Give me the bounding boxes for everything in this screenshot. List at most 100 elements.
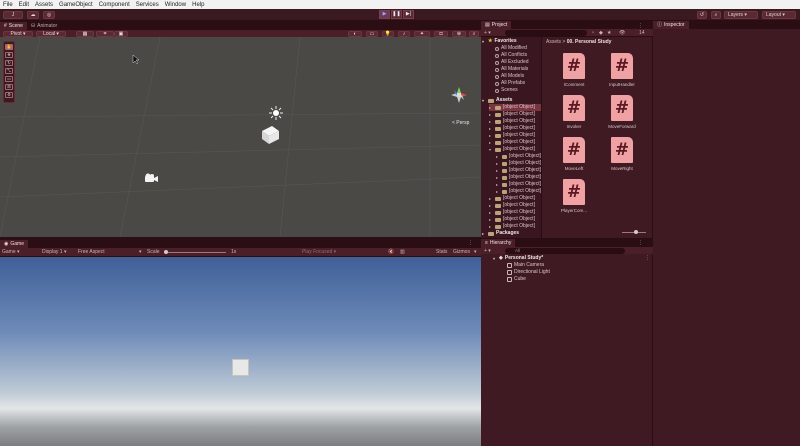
layout-dropdown[interactable]: Layout ▾ — [762, 11, 796, 19]
breadcrumb-root[interactable]: Assets — [546, 39, 561, 45]
favorite-icon[interactable]: ★ — [607, 30, 611, 36]
asset-folder-item[interactable]: ▸ [object Object] — [489, 104, 541, 111]
scene-options-icon[interactable]: ⋮ — [645, 255, 650, 261]
menu-file[interactable]: File — [3, 2, 13, 8]
asset-folder-item[interactable]: ▸ [object Object] — [489, 209, 541, 216]
play-button[interactable]: ▶ — [379, 10, 390, 19]
favorite-item[interactable]: All Materials — [489, 66, 541, 73]
hierarchy-item-main-camera[interactable]: Main Camera — [507, 262, 544, 269]
chevron-right-icon[interactable]: ▸ — [496, 161, 500, 166]
scale-slider[interactable] — [164, 250, 226, 254]
chevron-right-icon[interactable]: ▸ — [489, 203, 493, 208]
menu-gameobject[interactable]: GameObject — [59, 2, 93, 8]
hand-tool-icon[interactable]: ✋ — [5, 44, 13, 50]
menu-assets[interactable]: Assets — [35, 2, 53, 8]
hierarchy-menu-icon[interactable]: ⋮ — [638, 240, 643, 246]
search-by-type-icon[interactable]: ◔ — [591, 30, 594, 36]
scale-slider-thumb[interactable] — [164, 250, 168, 254]
gizmos-chevron-icon[interactable]: ▾ — [474, 249, 477, 255]
asset-folder-item[interactable]: ▸ [object Object] — [489, 125, 541, 132]
tab-scene[interactable]: # Scene — [0, 22, 27, 30]
chevron-right-icon[interactable] — [489, 61, 493, 65]
asset-folder-item[interactable]: ▾ [object Object] — [489, 146, 541, 153]
assets-header[interactable]: ▾ Assets — [482, 97, 541, 104]
favorite-item[interactable]: Scenes — [489, 87, 541, 94]
directional-light-icon[interactable] — [269, 106, 283, 120]
history-icon[interactable]: ↺ — [697, 11, 707, 19]
chevron-right-icon[interactable]: ▸ — [496, 168, 500, 173]
chevron-right-icon[interactable]: ▸ — [496, 175, 500, 180]
asset-folder-item[interactable]: ▸ [object Object] — [496, 167, 541, 174]
chevron-right-icon[interactable]: ▸ — [489, 217, 493, 222]
script-asset[interactable]: # PlayerCom... — [556, 179, 592, 219]
script-asset[interactable]: # MoveRight — [604, 137, 640, 177]
rect-tool-icon[interactable]: ▭ — [5, 76, 13, 82]
tab-hierarchy[interactable]: ≡ Hierarchy — [481, 239, 516, 247]
asset-folder-item[interactable]: ▸ [object Object] — [496, 181, 541, 188]
asset-folder-item[interactable]: ▸ [object Object] — [489, 118, 541, 125]
move-tool-icon[interactable]: ✥ — [5, 52, 13, 58]
game-viewport[interactable] — [0, 257, 481, 446]
asset-folder-item[interactable]: ▸ [object Object] — [496, 153, 541, 160]
script-asset[interactable]: # IComment — [556, 53, 592, 93]
chevron-right-icon[interactable]: ▸ — [489, 119, 493, 124]
chevron-right-icon[interactable] — [489, 54, 493, 58]
chevron-right-icon[interactable]: ▸ — [489, 196, 493, 201]
cube-object[interactable] — [262, 126, 279, 144]
persp-label[interactable]: < Persp — [452, 120, 470, 126]
game-panel-menu-icon[interactable]: ⋮ — [468, 240, 473, 246]
chevron-right-icon[interactable] — [489, 75, 493, 79]
asset-folder-item[interactable]: ▸ [object Object] — [489, 223, 541, 230]
chevron-down-icon[interactable]: ▾ — [482, 39, 486, 44]
asset-folder-item[interactable]: ▸ [object Object] — [496, 188, 541, 195]
camera-gizmo-icon[interactable] — [145, 173, 158, 183]
search-by-label-icon[interactable]: ◆ — [599, 30, 603, 36]
menu-component[interactable]: Component — [99, 2, 130, 8]
asset-folder-item[interactable]: ▸ [object Object] — [489, 132, 541, 139]
asset-folder-item[interactable]: ▸ [object Object] — [496, 174, 541, 181]
aspect-chevron-icon[interactable]: ▾ — [139, 249, 142, 255]
favorite-item[interactable]: All Prefabs — [489, 80, 541, 87]
chevron-right-icon[interactable]: ▸ — [496, 189, 500, 194]
asset-folder-item[interactable]: ▸ [object Object] — [489, 139, 541, 146]
icon-size-slider[interactable] — [622, 230, 646, 234]
menu-help[interactable]: Help — [192, 2, 204, 8]
chevron-right-icon[interactable] — [489, 82, 493, 86]
project-add-button[interactable]: + ▾ — [484, 30, 491, 36]
chevron-right-icon[interactable]: ▸ — [489, 112, 493, 117]
script-asset[interactable]: # InputHandler — [604, 53, 640, 93]
favorites-header[interactable]: ▾ ★ Favorites — [482, 38, 541, 45]
breadcrumb-current[interactable]: 00. Personal Study — [567, 39, 612, 45]
asset-folder-item[interactable]: ▸ [object Object] — [496, 160, 541, 167]
favorite-item[interactable]: All Excluded — [489, 59, 541, 66]
chevron-right-icon[interactable]: ▸ — [489, 224, 493, 229]
asset-folder-item[interactable]: ▸ [object Object] — [489, 202, 541, 209]
asset-folder-item[interactable]: ▸ [object Object] — [489, 111, 541, 118]
game-mode-dropdown[interactable]: Game ▾ — [2, 249, 20, 255]
chevron-right-icon[interactable]: ▸ — [496, 154, 500, 159]
search-icon[interactable]: ⌕ — [711, 11, 721, 19]
tab-inspector[interactable]: ⓘ Inspector — [653, 21, 689, 29]
chevron-down-icon[interactable]: ▾ — [493, 256, 497, 261]
chevron-right-icon[interactable] — [489, 89, 493, 93]
cloud-icon[interactable]: ☁ — [27, 11, 39, 19]
asset-folder-item[interactable]: ▸ [object Object] — [489, 216, 541, 223]
chevron-right-icon[interactable]: ▸ — [482, 231, 486, 236]
chevron-down-icon[interactable]: ▾ — [489, 147, 493, 152]
gizmos-button[interactable]: Gizmos — [453, 249, 470, 255]
chevron-right-icon[interactable]: ▸ — [489, 133, 493, 138]
chevron-down-icon[interactable]: ▾ — [482, 98, 486, 103]
layers-dropdown[interactable]: Layers ▾ — [724, 11, 758, 19]
stats-button[interactable]: Stats — [436, 249, 447, 255]
menu-window[interactable]: Window — [165, 2, 186, 8]
rotate-tool-icon[interactable]: ↻ — [5, 60, 13, 66]
hierarchy-list[interactable]: ▾ ◈ Personal Study* ⋮ Main Camera Direct… — [481, 254, 652, 446]
account-button[interactable]: J — [3, 11, 23, 19]
step-button[interactable]: ▶| — [403, 10, 414, 19]
chevron-right-icon[interactable] — [489, 47, 493, 51]
scene-root-item[interactable]: ▾ ◈ Personal Study* — [493, 255, 543, 262]
scene-viewport[interactable]: < Persp — [0, 37, 481, 237]
icon-size-thumb[interactable] — [634, 230, 638, 234]
play-focused-dropdown[interactable]: Play Focused ▾ — [302, 249, 336, 255]
custom-tool-icon[interactable]: ⚙ — [5, 92, 13, 98]
